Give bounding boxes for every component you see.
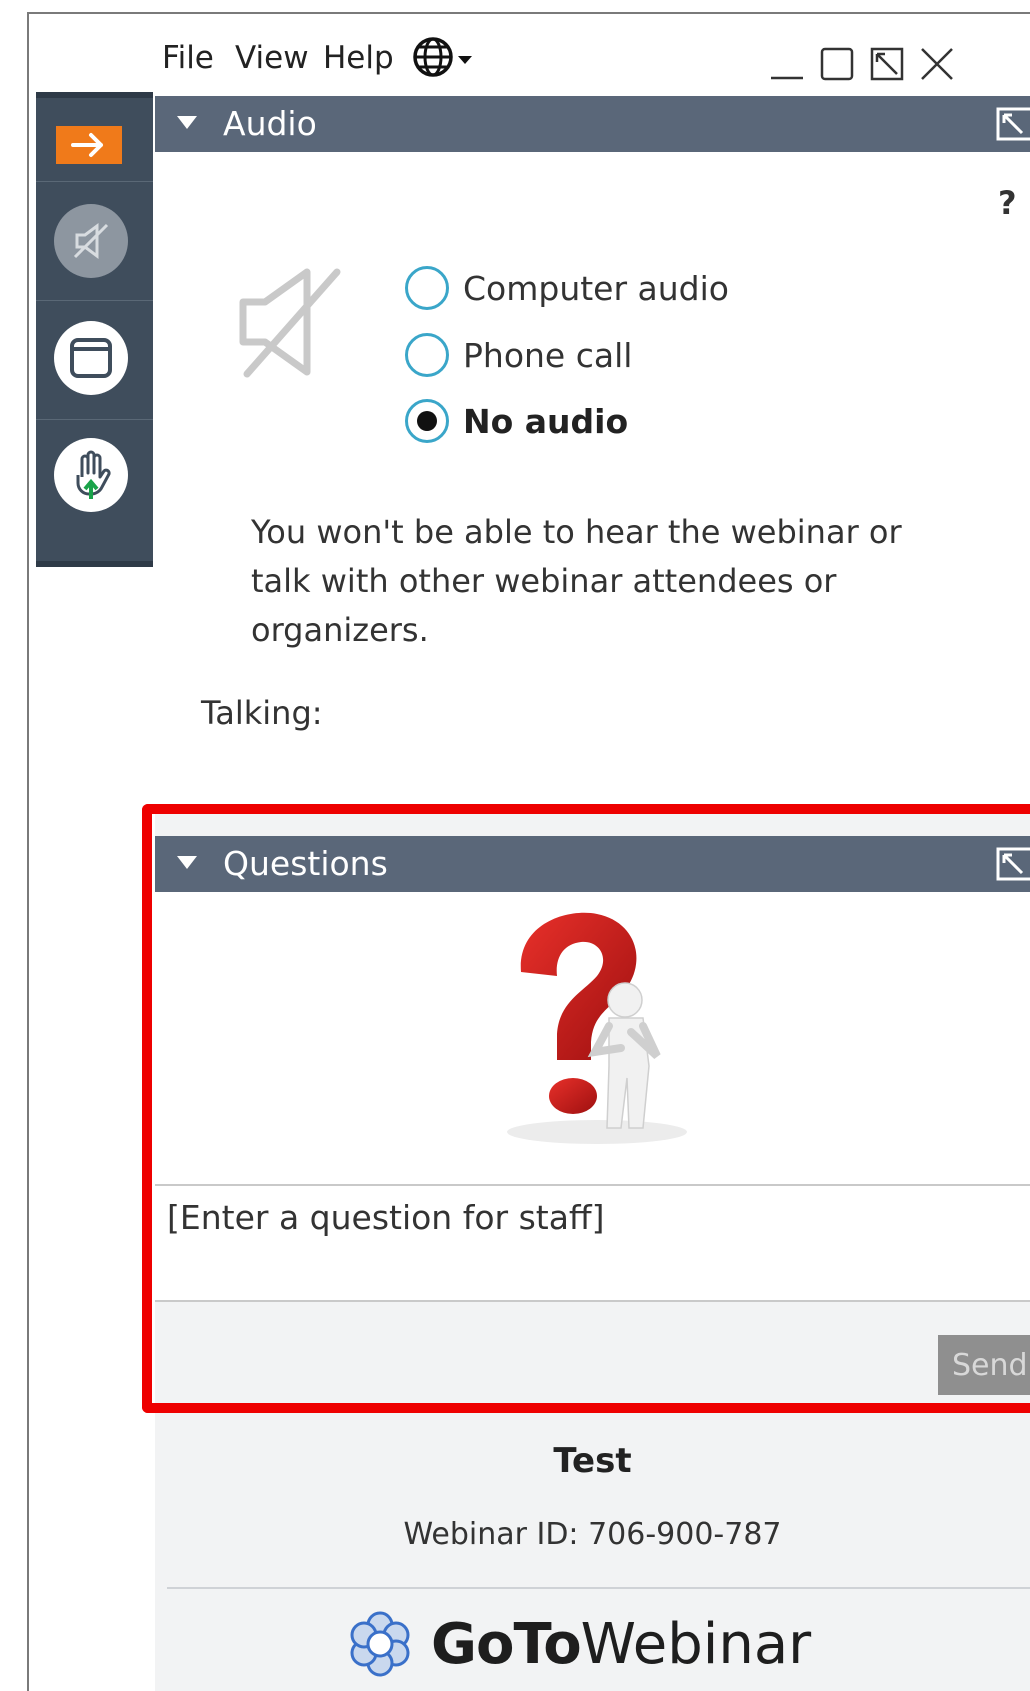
audio-panel-header[interactable]: Audio [155, 96, 1030, 152]
raise-hand-icon[interactable] [54, 438, 128, 512]
audio-muted-icon[interactable] [54, 204, 128, 278]
sidebar-item-screen[interactable] [36, 301, 153, 420]
radio-phone-call[interactable]: Phone call [405, 333, 632, 377]
audio-panel-title: Audio [223, 104, 317, 143]
maximize-icon [820, 47, 854, 81]
sidebar-item-raise-hand[interactable] [36, 420, 153, 561]
collapse-arrow-icon[interactable] [56, 126, 122, 164]
speaker-muted-icon [239, 268, 341, 378]
radio-button[interactable] [405, 333, 449, 377]
help-icon[interactable]: ? [998, 184, 1017, 222]
menu-file[interactable]: File [162, 40, 214, 76]
language-menu[interactable] [412, 34, 484, 88]
gotowebinar-flower-icon [350, 1611, 410, 1677]
menu-view[interactable]: View [235, 40, 309, 76]
control-sidebar [36, 92, 153, 567]
logo-text-webinar: Webinar [580, 1611, 812, 1677]
menu-bar: File View Help [155, 18, 1030, 96]
webinar-id: Webinar ID: 706-900-787 [403, 1517, 782, 1552]
audio-panel-body: ? Computer audio Phone call No audio You… [155, 152, 1030, 808]
menu-help[interactable]: Help [323, 40, 394, 76]
radio-no-audio[interactable]: No audio [405, 399, 628, 443]
radio-label: Phone call [463, 335, 633, 375]
close-icon [921, 48, 953, 80]
restore-icon [870, 47, 904, 81]
sidebar-item-collapse[interactable] [36, 98, 153, 182]
screen-view-icon[interactable] [54, 321, 128, 395]
minimize-icon [771, 76, 803, 80]
minimize-button[interactable] [767, 44, 807, 88]
gotowebinar-logo: GoTo Webinar [345, 1609, 811, 1679]
sidebar-item-audio[interactable] [36, 182, 153, 301]
radio-label: No audio [463, 401, 629, 441]
radio-label: Computer audio [463, 268, 729, 308]
detach-button[interactable] [867, 44, 907, 88]
no-audio-note: You won't be able to hear the webinar or… [251, 513, 902, 649]
questions-highlight-box [142, 804, 1030, 1413]
globe-icon [413, 37, 472, 77]
talking-label: Talking: [201, 694, 323, 732]
webinar-name: Test [553, 1441, 632, 1481]
maximize-button[interactable] [817, 44, 857, 88]
radio-button-selected[interactable] [405, 399, 449, 443]
radio-button[interactable] [405, 266, 449, 310]
close-button[interactable] [917, 44, 957, 88]
collapse-triangle-icon[interactable] [177, 116, 197, 129]
audio-detach-button[interactable] [996, 106, 1030, 146]
footer-divider [167, 1587, 1030, 1589]
logo-text-goto: GoTo [431, 1611, 582, 1677]
radio-computer-audio[interactable]: Computer audio [405, 266, 729, 310]
detach-icon [996, 107, 1030, 141]
radio-selected-dot [417, 411, 437, 431]
